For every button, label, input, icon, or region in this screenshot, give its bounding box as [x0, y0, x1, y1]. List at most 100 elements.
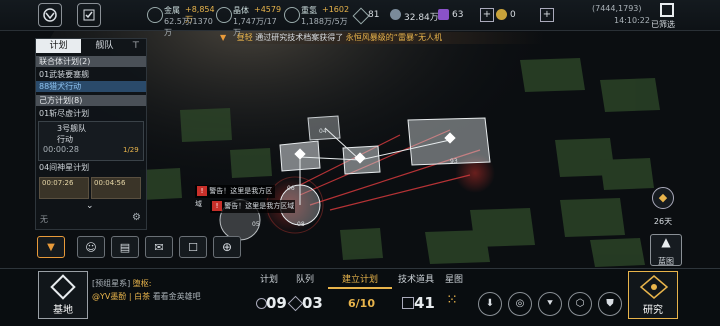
resource-crystal[interactable]: 晶体 +4579 1,747万/17万	[216, 3, 281, 37]
plan-row-selected[interactable]: 88猎犬行动	[36, 81, 146, 92]
ship-timer: 00:07:26	[42, 179, 74, 187]
metal-icon	[147, 7, 163, 23]
alliance-emblem-icon[interactable]	[38, 3, 62, 27]
section-own-plans[interactable]: 己方计划(8)	[36, 95, 146, 106]
chat-box[interactable]: [预组星系] 堕枢: @YV墨酚 | 白茶 看看金英雄吧	[92, 277, 242, 317]
token-icon	[496, 9, 507, 20]
hexagon-button[interactable]: ⬡	[568, 292, 592, 316]
collapse-chevron-icon[interactable]: ⌄	[86, 201, 94, 211]
map-label-05: 05	[252, 221, 260, 228]
commander-button[interactable]: ☺	[77, 236, 105, 258]
credits-icon	[390, 9, 401, 20]
settings-gear-icon[interactable]: ⚙	[132, 212, 141, 223]
warning-box: ! 警告！这里是我方区域	[195, 185, 275, 208]
add-token-button[interactable]: +	[540, 8, 554, 22]
energy-icon	[352, 7, 370, 25]
filter-icon	[660, 3, 674, 17]
resource-metal[interactable]: 金属 +8,854万 62.5万/1370万	[147, 3, 217, 37]
build-count: 6/10	[348, 297, 375, 310]
target-icon: ⊕	[221, 240, 233, 254]
tab-queue[interactable]: 队列	[288, 273, 322, 287]
mail-button[interactable]: ✉	[145, 236, 173, 258]
log-button[interactable]: ▤	[111, 236, 139, 258]
warning-icon: !	[212, 201, 222, 211]
compass-icon: ◆	[652, 187, 674, 209]
tab-plans[interactable]: 计划	[36, 39, 81, 53]
plan-row[interactable]: 01武装要塞舰	[36, 69, 146, 80]
chat-icon: ☐	[188, 240, 198, 254]
mail-icon: ✉	[154, 240, 164, 254]
warning-box: ! 警告！这里是我方区域	[210, 200, 295, 213]
action-buttons: ⬇ ◎ ⯆ ⬡ ⛊	[478, 292, 628, 316]
tech-count: 41	[414, 294, 435, 312]
ship-timer: 00:04:56	[94, 179, 126, 187]
news-text: 通过研究技术档案获得了	[255, 33, 344, 42]
hexagon-icon: ⬡	[575, 298, 585, 309]
token-value: 0	[510, 10, 516, 20]
tech-count-icon	[402, 297, 414, 309]
scan-button[interactable]: ◎	[508, 292, 532, 316]
tab-starmap[interactable]: 星图	[439, 273, 469, 287]
filter-button[interactable]: 已筛选	[651, 2, 683, 30]
map-label-06: 06	[287, 185, 295, 192]
base-button[interactable]: 基地	[38, 271, 88, 319]
game-screen: 04 06 93 05 08 金属 +8,854万 62.5万/1370万 晶体…	[0, 0, 720, 326]
menu-dropdown-button[interactable]: ▼	[37, 236, 65, 258]
plan-panel: 计划 舰队 ⊤ 联合体计划(2) 01武装要塞舰 88猎犬行动 己方计划(8) …	[35, 38, 147, 230]
tab-fleets[interactable]: 舰队	[82, 39, 127, 53]
credits-value: 32.84万	[404, 13, 439, 23]
target-button[interactable]: ⊕	[213, 236, 241, 258]
scan-icon: ◎	[515, 298, 525, 309]
fleet-button[interactable]: ⯆	[538, 292, 562, 316]
starmap-icon[interactable]: ⁙	[441, 292, 463, 314]
chat-button[interactable]: ☐	[179, 236, 207, 258]
map-label-04: 04	[319, 128, 327, 135]
download-button[interactable]: ⬇	[478, 292, 502, 316]
add-premium-button[interactable]: +	[480, 8, 494, 22]
chat-line: @YV墨酚 | 白茶 看看金英雄吧	[92, 292, 201, 301]
energy-value: 81	[368, 10, 380, 20]
queue-count: 03	[302, 294, 323, 312]
premium-value: 63	[452, 10, 464, 20]
research-label: 研究	[643, 305, 663, 316]
tab-tech-items[interactable]: 技术道具	[395, 273, 437, 287]
ship-card[interactable]: 00:07:26	[39, 177, 89, 199]
shield-button[interactable]: ⛊	[598, 292, 622, 316]
tab-plans-bottom[interactable]: 计划	[252, 273, 286, 287]
research-button[interactable]: 研究	[628, 271, 678, 319]
log-icon: ▤	[119, 240, 131, 254]
warning-icon: !	[197, 186, 207, 196]
coordinates: (7444,1793)	[592, 4, 642, 13]
news-item: 永恒风暴级的“雷暴”无人机	[345, 33, 443, 42]
filter-label: 已筛选	[651, 20, 675, 29]
plan-row[interactable]: 04间神星计划	[36, 162, 146, 173]
plans-count: 09	[266, 294, 287, 312]
toolbar: ▼ ☺ ▤ ✉ ☐ ⊕	[37, 236, 247, 262]
top-bar: 金属 +8,854万 62.5万/1370万 晶体 +4579 1,747万/1…	[0, 0, 720, 37]
panel-filter-icon[interactable]: ⊤	[132, 41, 140, 51]
fleet-card[interactable]: 3号舰队 行动 00:00:28 1/29	[38, 121, 144, 161]
base-icon	[50, 274, 76, 300]
commander-icon: ☺	[85, 240, 97, 254]
resource-deuterium[interactable]: 重氢 +1602 1,188万/5万	[284, 3, 349, 27]
news-icon: ▼	[220, 33, 227, 42]
tasks-button[interactable]	[77, 3, 101, 27]
deuterium-icon	[284, 7, 300, 23]
tab-build-plan[interactable]: 建立计划	[328, 273, 392, 289]
shield-icon: ⛊	[606, 298, 614, 309]
map-label-93: 93	[450, 158, 458, 165]
days-indicator[interactable]: ◆ 26天	[650, 187, 676, 226]
clock: 14:10:22	[614, 16, 650, 25]
empty-label: 无	[40, 215, 48, 224]
download-icon: ⬇	[485, 298, 495, 309]
warning-text: 警告！这里是我方区域	[224, 202, 295, 210]
chat-line: [预组星系] 堕枢:	[92, 279, 152, 288]
plan-row[interactable]: 01斩尽虚计划	[36, 108, 146, 119]
crystal-icon	[216, 7, 232, 23]
ship-card[interactable]: 00:04:56	[91, 177, 141, 199]
base-label: 基地	[53, 305, 73, 316]
blueprint-icon: ▲	[661, 235, 671, 249]
news-ticker: ▼ 昼轻 通过研究技术档案获得了 永恒风暴级的“雷暴”无人机	[214, 32, 544, 44]
section-alliance-plans[interactable]: 联合体计划(2)	[36, 56, 146, 67]
blueprint-button[interactable]: ▲ 蓝图	[650, 234, 682, 266]
